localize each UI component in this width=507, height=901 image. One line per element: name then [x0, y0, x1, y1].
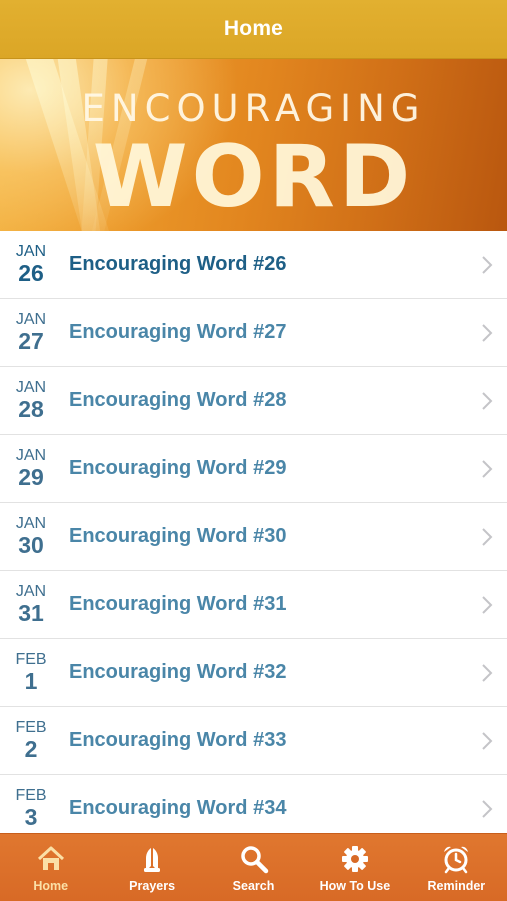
list-item[interactable]: JAN 26 Encouraging Word #26: [0, 231, 507, 299]
day-label: 30: [18, 532, 44, 558]
header-banner: ENCOURAGING WORD: [0, 59, 507, 231]
date-badge: JAN 27: [0, 311, 62, 354]
date-badge: FEB 3: [0, 787, 62, 830]
entry-title: Encouraging Word #29: [69, 457, 287, 479]
list-item[interactable]: JAN 29 Encouraging Word #29: [0, 435, 507, 503]
entry-title: Encouraging Word #27: [69, 321, 287, 343]
list-item[interactable]: JAN 27 Encouraging Word #27: [0, 299, 507, 367]
entry-list: JAN 26 Encouraging Word #26 JAN 27 Encou…: [0, 231, 507, 843]
tab-reminder[interactable]: Reminder: [406, 834, 507, 901]
tab-search[interactable]: Search: [203, 834, 304, 901]
date-badge: JAN 28: [0, 379, 62, 422]
chevron-right-icon: [467, 391, 507, 411]
month-label: FEB: [15, 787, 47, 804]
list-item[interactable]: JAN 31 Encouraging Word #31: [0, 571, 507, 639]
month-label: JAN: [15, 243, 47, 260]
entry-title: Encouraging Word #34: [69, 797, 287, 819]
chevron-right-icon: [467, 731, 507, 751]
tab-prayers[interactable]: Prayers: [101, 834, 202, 901]
date-badge: JAN 31: [0, 583, 62, 626]
month-label: JAN: [15, 311, 47, 328]
day-label: 2: [24, 736, 38, 762]
day-label: 28: [18, 396, 44, 422]
month-label: FEB: [15, 651, 47, 668]
entry-title: Encouraging Word #30: [69, 525, 287, 547]
alarm-clock-icon: [444, 846, 469, 874]
chevron-right-icon: [467, 595, 507, 615]
tab-label: Home: [33, 879, 69, 893]
day-label: 29: [18, 464, 44, 490]
month-label: FEB: [15, 719, 47, 736]
day-label: 27: [18, 328, 44, 354]
chevron-right-icon: [467, 323, 507, 343]
date-badge: FEB 2: [0, 719, 62, 762]
chevron-right-icon: [467, 799, 507, 819]
chevron-right-icon: [467, 527, 507, 547]
day-label: 26: [18, 260, 44, 286]
date-badge: JAN 26: [0, 243, 62, 286]
home-icon: [37, 846, 64, 870]
tab-home[interactable]: Home: [0, 834, 101, 901]
tab-how-to-use[interactable]: How To Use: [304, 834, 405, 901]
praying-hands-icon: [144, 848, 161, 872]
tab-label: How To Use: [319, 879, 391, 893]
gear-icon: [341, 846, 368, 872]
date-badge: JAN 30: [0, 515, 62, 558]
month-label: JAN: [15, 515, 47, 532]
navigation-bar: Home: [0, 0, 507, 59]
day-label: 1: [24, 668, 38, 694]
chevron-right-icon: [467, 255, 507, 275]
chevron-right-icon: [467, 459, 507, 479]
banner-title-line2: WORD: [92, 127, 415, 227]
banner-title-line1: ENCOURAGING: [81, 87, 426, 130]
chevron-right-icon: [467, 663, 507, 683]
month-label: JAN: [15, 447, 47, 464]
tab-bar: Home Prayers Search How To Use Reminder: [0, 833, 507, 901]
list-item[interactable]: FEB 2 Encouraging Word #33: [0, 707, 507, 775]
entry-title: Encouraging Word #28: [69, 389, 287, 411]
tab-label: Prayers: [129, 879, 176, 893]
month-label: JAN: [15, 379, 47, 396]
list-item[interactable]: FEB 1 Encouraging Word #32: [0, 639, 507, 707]
entry-title: Encouraging Word #31: [69, 593, 287, 615]
tab-label: Reminder: [427, 879, 486, 893]
day-label: 3: [24, 804, 38, 830]
day-label: 31: [18, 600, 44, 626]
entry-title: Encouraging Word #32: [69, 661, 287, 683]
date-badge: JAN 29: [0, 447, 62, 490]
list-item[interactable]: JAN 28 Encouraging Word #28: [0, 367, 507, 435]
tab-label: Search: [232, 879, 275, 893]
date-badge: FEB 1: [0, 651, 62, 694]
page-title: Home: [223, 17, 284, 40]
search-icon: [240, 846, 268, 874]
entry-title: Encouraging Word #33: [69, 729, 287, 751]
month-label: JAN: [15, 583, 47, 600]
list-item[interactable]: JAN 30 Encouraging Word #30: [0, 503, 507, 571]
entry-title: Encouraging Word #26: [69, 253, 287, 275]
